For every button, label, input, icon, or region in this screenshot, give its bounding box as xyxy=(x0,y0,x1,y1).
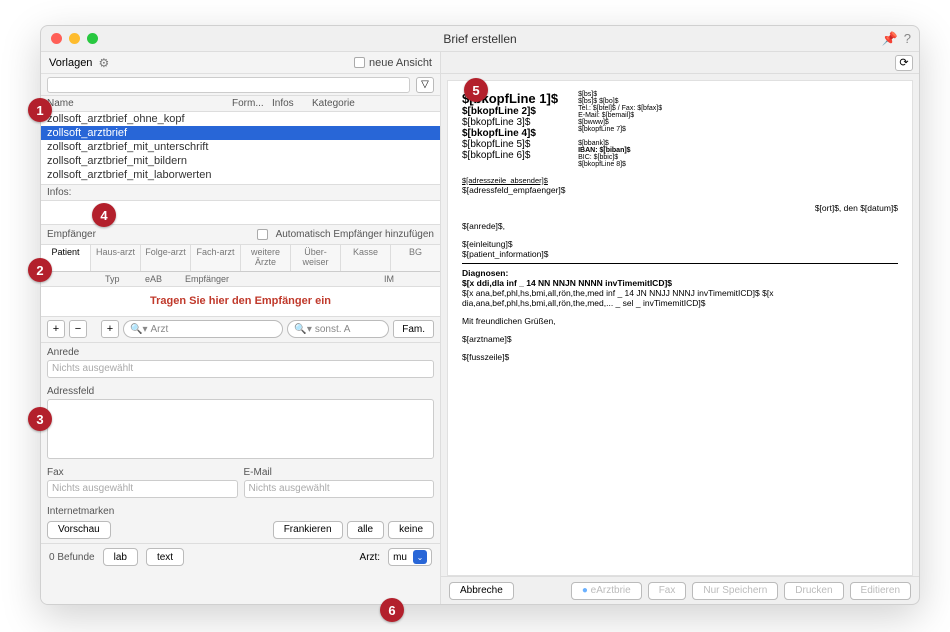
close-icon[interactable] xyxy=(51,33,62,44)
help-icon[interactable]: ? xyxy=(904,31,911,47)
template-row[interactable]: zollsoft_arztbrief_ohne_kopf xyxy=(41,112,440,126)
abbrechen-button[interactable]: Abbreche xyxy=(449,582,514,600)
tab-facharzt[interactable]: Fach-arzt xyxy=(191,245,241,271)
add-button[interactable]: + xyxy=(47,320,65,338)
annotation-badge: 6 xyxy=(380,598,404,622)
frankieren-button[interactable]: Frankieren xyxy=(273,521,343,539)
fam-button[interactable]: Fam. xyxy=(393,320,434,338)
annotation-badge: 4 xyxy=(92,203,116,227)
empfaenger-subcolumns: Typ eAB Empfänger IM xyxy=(41,272,440,287)
arzt-label: Arzt: xyxy=(360,552,381,563)
template-row[interactable]: zollsoft_arztbrief xyxy=(41,126,440,140)
editieren-button[interactable]: Editieren xyxy=(850,582,911,600)
fax-button[interactable]: Fax xyxy=(648,582,687,600)
window-title: Brief erstellen xyxy=(41,32,919,46)
vorlagen-label: Vorlagen xyxy=(49,57,92,69)
drucken-button[interactable]: Drucken xyxy=(784,582,843,600)
template-columns: Name Form... Infos Kategorie xyxy=(41,96,440,111)
left-pane: Vorlagen ⚙ neue Ansicht ▽ Name Form... I… xyxy=(41,52,441,604)
tab-weitere[interactable]: weitere Ärzte xyxy=(241,245,291,271)
infos-label: Infos: xyxy=(41,185,440,201)
filter-icon[interactable]: ▽ xyxy=(416,77,434,93)
vorschau-button[interactable]: Vorschau xyxy=(47,521,111,539)
alle-button[interactable]: alle xyxy=(347,521,385,539)
template-row[interactable]: zollsoft_arztbrief_mit_bildern xyxy=(41,154,440,168)
maximize-icon[interactable] xyxy=(87,33,98,44)
preview-document: $[bkopfLine 1]$ $[bkopfLine 2]$ $[bkopfL… xyxy=(447,80,913,576)
bottom-right-bar: Abbreche ● eArztbrie Fax Nur Speichern D… xyxy=(441,576,919,604)
adressfeld-label: Adressfeld xyxy=(47,386,434,397)
gear-icon[interactable]: ⚙ xyxy=(98,56,109,70)
traffic-lights xyxy=(51,33,98,44)
search-arzt-input[interactable]: 🔍▾Arzt xyxy=(123,320,283,338)
tab-hausarzt[interactable]: Haus-arzt xyxy=(91,245,141,271)
keine-button[interactable]: keine xyxy=(388,521,434,539)
reload-icon[interactable]: ⟳ xyxy=(895,55,913,71)
empfaenger-tabs: Patient Haus-arzt Folge-arzt Fach-arzt w… xyxy=(41,245,440,272)
add2-button[interactable]: + xyxy=(101,320,119,338)
anrede-input[interactable]: Nichts ausgewählt xyxy=(47,360,434,378)
tab-ueberweiser[interactable]: Über-weiser xyxy=(291,245,341,271)
text-button[interactable]: text xyxy=(146,548,184,566)
titlebar: Brief erstellen 📌 ? xyxy=(41,26,919,52)
annotation-badge: 5 xyxy=(464,78,488,102)
nur-speichern-button[interactable]: Nur Speichern xyxy=(692,582,778,600)
minimize-icon[interactable] xyxy=(69,33,80,44)
template-search-input[interactable] xyxy=(47,77,410,93)
befunde-count: 0 Befunde xyxy=(49,552,95,563)
remove-button[interactable]: − xyxy=(69,320,87,338)
tab-folgearzt[interactable]: Folge-arzt xyxy=(141,245,191,271)
empfaenger-placeholder: Tragen Sie hier den Empfänger ein xyxy=(41,287,440,317)
tab-bg[interactable]: BG xyxy=(391,245,440,271)
template-row[interactable]: zollsoft_arztbrief_mit_unterschrift xyxy=(41,140,440,154)
bottom-left-bar: 0 Befunde lab text Arzt: mu ⌄ xyxy=(41,543,440,571)
empfaenger-label: Empfänger xyxy=(47,229,96,240)
adressfeld-input[interactable] xyxy=(47,399,434,459)
right-pane: ⟳ $[bkopfLine 1]$ $[bkopfLine 2]$ $[bkop… xyxy=(441,52,919,604)
window: Brief erstellen 📌 ? Vorlagen ⚙ neue Ansi… xyxy=(40,25,920,605)
fax-input[interactable]: Nichts ausgewählt xyxy=(47,480,238,498)
template-list[interactable]: zollsoft_arztbrief_ohne_kopf zollsoft_ar… xyxy=(41,111,440,185)
annotation-badge: 1 xyxy=(28,98,52,122)
annotation-badge: 2 xyxy=(28,258,52,282)
lab-button[interactable]: lab xyxy=(103,548,138,566)
neue-ansicht-checkbox[interactable]: neue Ansicht xyxy=(354,57,432,69)
template-row[interactable]: zollsoft_arztbrief_mit_laborwerten xyxy=(41,168,440,182)
internetmarken-label: Internetmarken xyxy=(47,506,114,517)
auto-empfaenger-checkbox[interactable] xyxy=(257,229,268,240)
tab-kasse[interactable]: Kasse xyxy=(341,245,391,271)
chevron-down-icon: ⌄ xyxy=(413,550,427,564)
search-sonst-input[interactable]: 🔍▾sonst. A xyxy=(287,320,389,338)
fax-label: Fax xyxy=(47,467,238,478)
annotation-badge: 3 xyxy=(28,407,52,431)
email-label: E-Mail xyxy=(244,467,435,478)
anrede-label: Anrede xyxy=(47,347,434,358)
arzt-select[interactable]: mu ⌄ xyxy=(388,548,432,566)
earztbrief-button[interactable]: ● eArztbrie xyxy=(571,582,642,600)
pin-icon[interactable]: 📌 xyxy=(882,31,898,47)
email-input[interactable]: Nichts ausgewählt xyxy=(244,480,435,498)
